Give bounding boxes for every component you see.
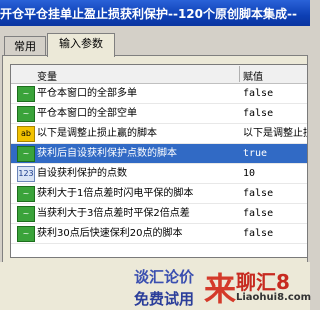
param-value[interactable]: false xyxy=(243,204,273,223)
toggle-icon: ~ xyxy=(17,206,35,222)
param-name: 平仓本窗口的全部空单 xyxy=(37,108,137,119)
tab-input-parameters[interactable]: 输入参数 xyxy=(47,33,115,57)
param-name: 获利30点后快速保利20点的脚本 xyxy=(37,228,183,239)
watermark-logo-name: 聊汇8 xyxy=(236,270,290,294)
param-name: 获利大于1倍点差时闪电平保的脚本 xyxy=(37,188,194,199)
table-row[interactable]: 123 自设获利保护的点数 10 xyxy=(11,164,307,184)
param-name: 获利后自设获利保护点数的脚本 xyxy=(37,148,177,159)
toggle-icon: ~ xyxy=(17,106,35,122)
table-row[interactable]: ~ 获利30点后快速保利20点的脚本 false xyxy=(11,224,307,244)
param-name: 当获利大于3倍点差时平保2倍点差 xyxy=(37,208,190,219)
param-name: 自设获利保护的点数 xyxy=(37,168,127,179)
toggle-icon: ~ xyxy=(17,146,35,162)
table-row-selected[interactable]: ~ 获利后自设获利保护点数的脚本 true xyxy=(11,144,307,164)
parameters-table: 变量 赋值 ~ 平仓本窗口的全部多单 false ~ 平仓本窗口的全部空单 fa… xyxy=(10,64,308,258)
toggle-icon: ~ xyxy=(17,186,35,202)
column-header-value[interactable]: 赋值 xyxy=(243,68,263,83)
ad-text-line2: 免费试用 xyxy=(134,290,195,308)
table-row[interactable]: ~ 获利大于1倍点差时闪电平保的脚本 false xyxy=(11,184,307,204)
param-value[interactable]: true xyxy=(243,144,267,163)
param-value[interactable]: false xyxy=(243,224,273,243)
param-value[interactable]: 以下是调整止损 xyxy=(243,124,307,143)
window-title: 开仓平仓挂单止盈止损获利保护--120个原创脚本集成-- xyxy=(0,7,297,21)
toggle-icon: ~ xyxy=(17,226,35,242)
param-value[interactable]: false xyxy=(243,104,273,123)
ad-text-line1: 谈汇论价 xyxy=(134,268,195,286)
param-value[interactable]: false xyxy=(243,84,273,103)
number-icon: 123 xyxy=(17,166,35,182)
toggle-icon: ~ xyxy=(17,86,35,102)
param-name: 平仓本窗口的全部多单 xyxy=(37,88,137,99)
table-row[interactable]: ab 以下是调整止损止赢的脚本 以下是调整止损 xyxy=(11,124,307,144)
window-title-bar: 开仓平仓挂单止盈止损获利保护--120个原创脚本集成-- xyxy=(0,0,310,26)
tab-common[interactable]: 常用 xyxy=(4,36,46,56)
param-value[interactable]: 10 xyxy=(243,164,255,183)
column-header-variable[interactable]: 变量 xyxy=(37,68,57,83)
table-row[interactable]: ~ 平仓本窗口的全部多单 false xyxy=(11,84,307,104)
ab-text-icon: ab xyxy=(17,126,35,142)
param-value[interactable]: false xyxy=(243,184,273,203)
watermark-logo-url: Liaohui8.com xyxy=(236,292,312,303)
tab-bar: 常用 输入参数 xyxy=(0,32,310,57)
param-name: 以下是调整止损止赢的脚本 xyxy=(37,128,157,139)
table-row[interactable]: ~ 平仓本窗口的全部空单 false xyxy=(11,104,307,124)
table-row[interactable]: ~ 当获利大于3倍点差时平保2倍点差 false xyxy=(11,204,307,224)
table-header: 变量 赋值 xyxy=(11,65,307,84)
column-divider[interactable] xyxy=(239,66,240,82)
watermark-logo-char: 来 xyxy=(204,270,237,308)
